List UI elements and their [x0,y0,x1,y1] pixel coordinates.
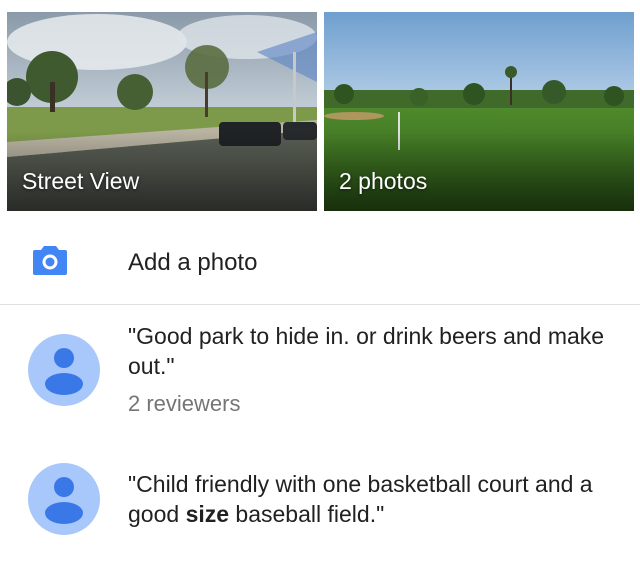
photos-tile[interactable]: 2 photos [324,12,634,211]
street-view-tile[interactable]: Street View [7,12,317,211]
review-quote-highlight: size [185,501,230,527]
review-quote: "Good park to hide in. or drink beers an… [128,323,605,379]
review-item[interactable]: "Child friendly with one basketball cour… [0,460,640,570]
review-quote-text-end: baseball field." [229,501,385,527]
avatar [28,334,100,406]
add-photo-row[interactable]: Add a photo [0,222,640,304]
reviewers-count: 2 reviewers [128,391,241,416]
review-item[interactable]: "Good park to hide in. or drink beers an… [0,320,640,440]
photo-tiles: Street View 2 photos [7,12,634,211]
divider [0,304,640,305]
avatar [28,463,100,535]
review-quote: "Child friendly with one basketball cour… [128,469,623,529]
add-photo-label: Add a photo [128,249,258,276]
camera-icon [33,246,67,275]
photos-count-label: 2 photos [339,168,428,194]
street-view-label: Street View [22,168,140,194]
